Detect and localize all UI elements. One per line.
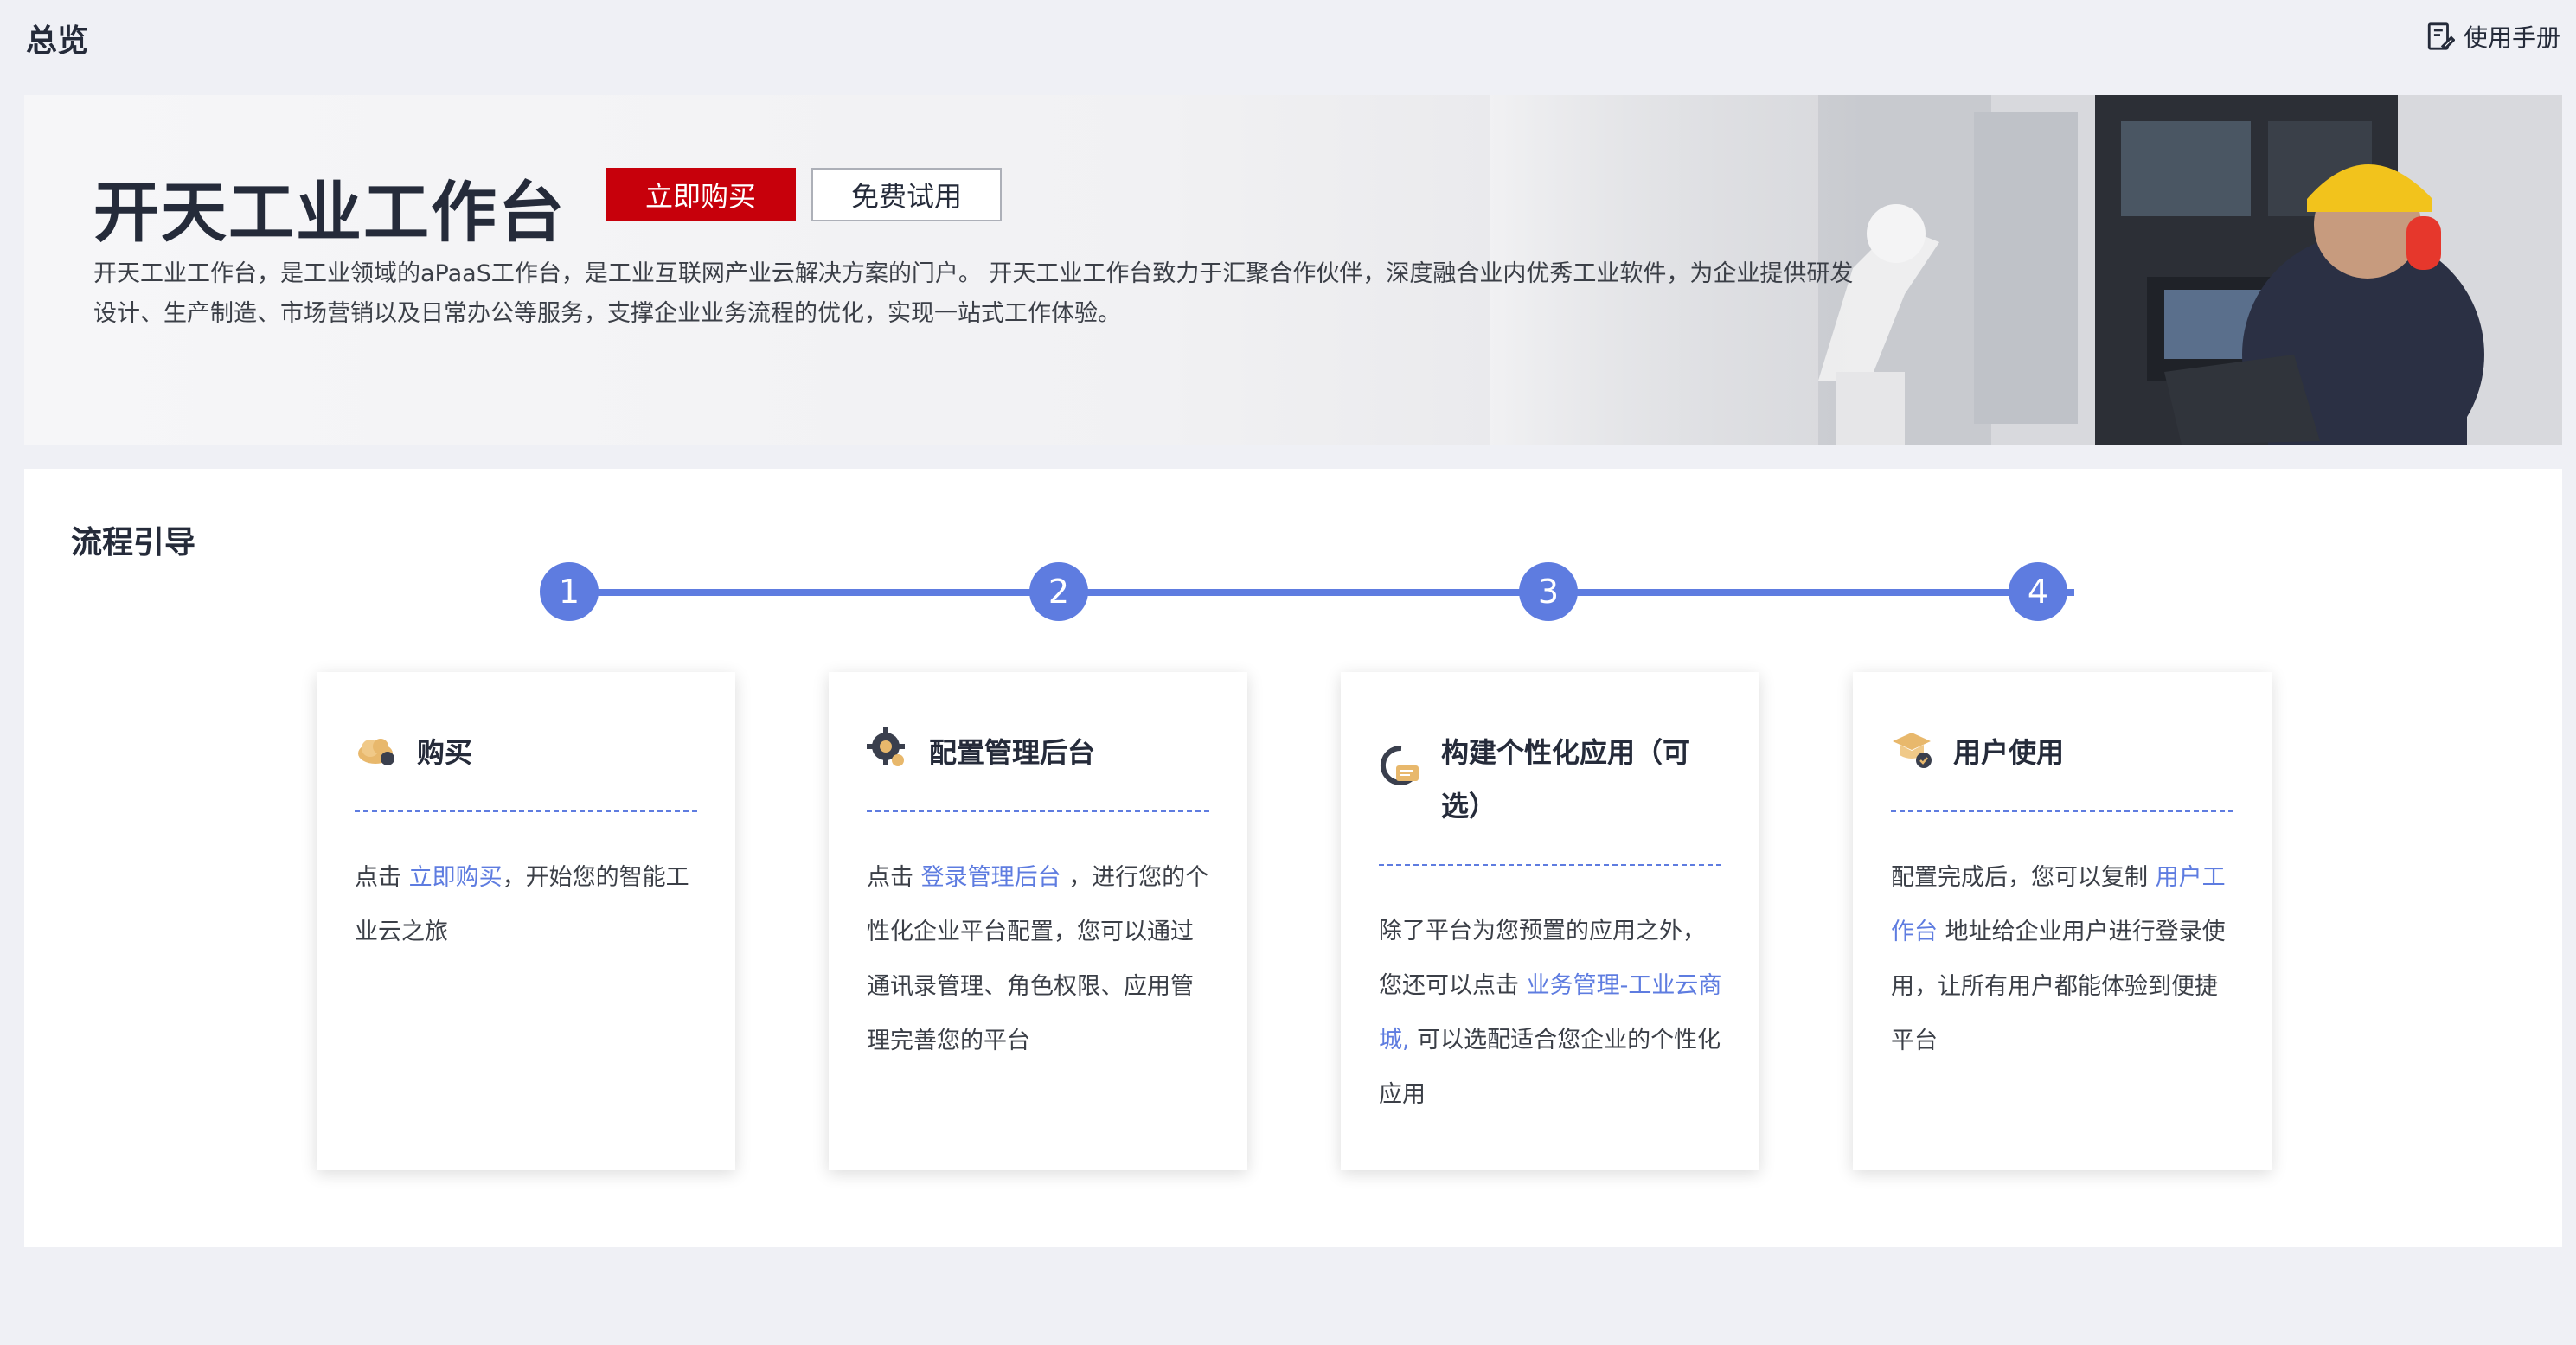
banner-title: 开天工业工作台 xyxy=(93,174,566,251)
flow-guide-panel: 流程引导 1 2 3 4 购买 点击 立即购买，开始您的智能工业云之旅 配置管理… xyxy=(24,469,2562,1247)
hero-banner: 开天工业工作台 立即购买 免费试用 开天工业工作台，是工业领域的aPaaS工作台… xyxy=(24,95,2562,445)
user-manual-link[interactable]: 使用手册 xyxy=(2425,19,2560,54)
card-title: 构建个性化应用（可选） xyxy=(1441,736,1691,823)
free-trial-button[interactable]: 免费试用 xyxy=(811,168,1002,221)
manual-label: 使用手册 xyxy=(2463,23,2560,52)
step-3-indicator: 3 xyxy=(1519,562,1578,621)
card-description: 点击 登录管理后台 ，进行您的个性化企业平台配置，您可以通过通讯录管理、角色权限… xyxy=(867,850,1213,1068)
card-text-after: 地址给企业用户进行登录使用，让所有用户都能体验到便捷平台 xyxy=(1891,919,2226,1054)
card-description: 除了平台为您预置的应用之外，您还可以点击 业务管理-工业云商城, 可以选配适合您… xyxy=(1379,904,1725,1122)
card-text-before: 点击 xyxy=(867,864,921,891)
step-card-configure-admin: 配置管理后台 点击 登录管理后台 ，进行您的个性化企业平台配置，您可以通过通讯录… xyxy=(829,672,1247,1170)
card-title: 用户使用 xyxy=(1953,736,2065,769)
card-text-before: 配置完成后，您可以复制 xyxy=(1891,864,2156,891)
step-4-indicator: 4 xyxy=(2009,562,2067,621)
buy-now-button[interactable]: 立即购买 xyxy=(606,168,796,221)
card-header: 用户使用 xyxy=(1891,726,2237,779)
card-text-before: 点击 xyxy=(355,864,409,891)
flow-guide-title: 流程引导 xyxy=(71,525,196,560)
buy-now-link[interactable]: 立即购买 xyxy=(409,864,503,891)
card-divider xyxy=(1891,810,2233,812)
card-text-after: 可以选配适合您企业的个性化应用 xyxy=(1379,1027,1721,1108)
card-header: 构建个性化应用（可选） xyxy=(1379,726,1725,833)
cloud-purchase-icon xyxy=(358,739,394,765)
card-divider xyxy=(1379,864,1721,866)
card-header: 购买 xyxy=(355,726,701,779)
step-card-purchase: 购买 点击 立即购买，开始您的智能工业云之旅 xyxy=(317,672,735,1170)
card-title: 购买 xyxy=(417,736,473,769)
card-description: 点击 立即购买，开始您的智能工业云之旅 xyxy=(355,850,701,959)
card-title: 配置管理后台 xyxy=(929,736,1096,769)
card-divider xyxy=(355,810,697,812)
banner-description: 开天工业工作台，是工业领域的aPaaS工作台，是工业互联网产业云解决方案的门户。… xyxy=(93,260,1854,327)
card-divider xyxy=(867,810,1209,812)
step-card-user-usage: 用户使用 配置完成后，您可以复制 用户工作台 地址给企业用户进行登录使用，让所有… xyxy=(1853,672,2272,1170)
card-description: 配置完成后，您可以复制 用户工作台 地址给企业用户进行登录使用，让所有用户都能体… xyxy=(1891,850,2237,1068)
page-title: 总览 xyxy=(26,23,89,59)
graduation-cap-icon xyxy=(1893,733,1932,768)
step-2-indicator: 2 xyxy=(1029,562,1088,621)
step-card-build-apps: 构建个性化应用（可选） 除了平台为您预置的应用之外，您还可以点击 业务管理-工业… xyxy=(1341,672,1759,1170)
card-header: 配置管理后台 xyxy=(867,726,1213,779)
manual-icon xyxy=(2427,22,2455,51)
card-text-after: ，进行您的个性化企业平台配置，您可以通过通讯录管理、角色权限、应用管理完善您的平… xyxy=(867,864,1209,1054)
app-build-icon xyxy=(1380,745,1419,785)
login-admin-link[interactable]: 登录管理后台 xyxy=(921,864,1061,891)
step-1-indicator: 1 xyxy=(540,562,599,621)
top-bar: 总览 使用手册 xyxy=(0,0,2576,74)
steps-progress-line xyxy=(569,589,2074,596)
gear-settings-icon xyxy=(867,727,905,766)
